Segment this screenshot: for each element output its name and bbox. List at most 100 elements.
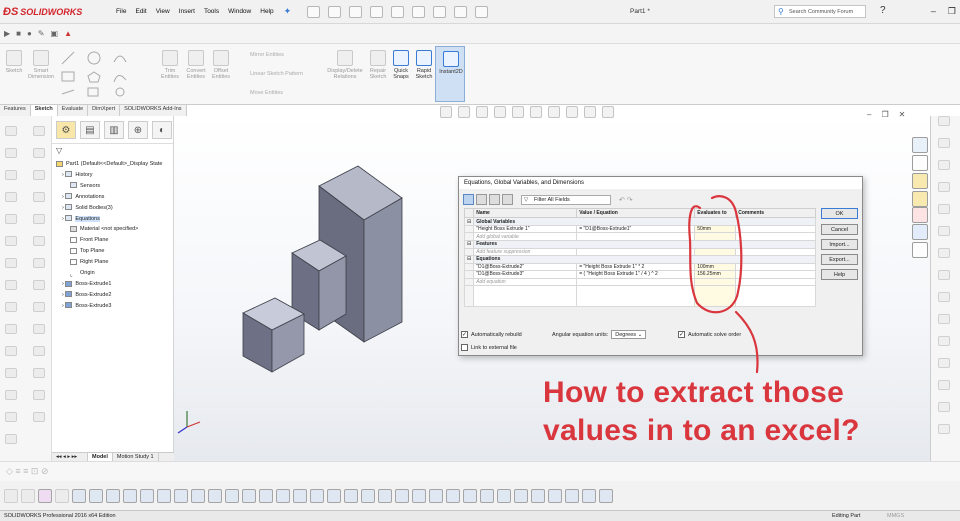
column-header-evaluates[interactable]: Evaluates to <box>694 207 737 219</box>
right-tool-icon[interactable] <box>938 358 950 368</box>
bottom-tool-icon[interactable] <box>310 488 324 503</box>
tab-scroll-arrows[interactable]: ◂◂ ◂ ▸ ▸▸ <box>52 453 88 461</box>
right-tool-icon[interactable] <box>938 314 950 324</box>
global-var-name[interactable]: "Height Boss Extrude 1" <box>473 224 578 234</box>
smart-dimension-button[interactable]: Smart Dimension <box>26 50 56 80</box>
restore-doc-icon[interactable]: ❐ <box>881 110 888 119</box>
section-equations[interactable]: Equations <box>473 255 816 264</box>
rebuild-icon[interactable] <box>433 5 447 18</box>
section-view-icon[interactable] <box>494 106 506 118</box>
left-tool-icon[interactable] <box>33 258 45 268</box>
left-tool-icon[interactable] <box>5 434 17 444</box>
bottom-tool-icon[interactable] <box>4 488 18 503</box>
left-tool-icon[interactable] <box>33 170 45 180</box>
edit-appearance-icon[interactable] <box>566 106 578 118</box>
bottom-tool-icon[interactable] <box>463 488 477 503</box>
select-icon[interactable] <box>412 5 426 18</box>
left-tool-icon[interactable] <box>5 258 17 268</box>
bottom-tool-icon[interactable] <box>412 488 426 503</box>
tab-dimxpert[interactable]: DimXpert <box>88 105 121 116</box>
left-tool-icon[interactable] <box>5 148 17 158</box>
auto-rebuild-checkbox[interactable]: ✓ Automatically rebuild <box>461 331 522 338</box>
add-feature-suppression[interactable]: Add feature suppression <box>473 247 578 257</box>
bottom-tool-icon[interactable] <box>599 488 613 503</box>
display-style-icon[interactable] <box>530 106 542 118</box>
search-input[interactable]: Search Community Forum <box>774 5 866 18</box>
sketch-equation-view-icon[interactable] <box>476 194 487 205</box>
bottom-tool-icon[interactable] <box>55 488 69 503</box>
bottom-tool-icon[interactable] <box>89 488 103 503</box>
right-tool-icon[interactable] <box>938 138 950 148</box>
sketch-button[interactable]: Sketch <box>2 50 26 74</box>
bottom-tool-icon[interactable] <box>123 488 137 503</box>
mirror-entities-button[interactable]: Mirror Entities <box>250 52 284 58</box>
table-row[interactable]: "Height Boss Extrude 1" = "D1@Boss-Extru… <box>463 224 816 234</box>
left-tool-icon[interactable] <box>33 126 45 136</box>
tab-addins[interactable]: SOLIDWORKS Add-Ins <box>120 105 187 116</box>
left-tool-icon[interactable] <box>33 368 45 378</box>
left-tool-icon[interactable] <box>33 324 45 334</box>
global-var-value[interactable]: = "D1@Boss-Extrude1" <box>576 224 696 234</box>
undo-redo-icon[interactable]: ↶ ↷ <box>619 196 633 204</box>
tab-motion-study[interactable]: Motion Study 1 <box>113 453 159 461</box>
restore-icon[interactable]: ❐ <box>948 6 956 17</box>
bottom-tool-icon[interactable] <box>208 488 222 503</box>
menu-file[interactable]: File <box>116 8 126 15</box>
home-icon[interactable] <box>912 137 928 153</box>
column-header-value[interactable]: Value / Equation <box>576 207 696 219</box>
bottom-tool-icon[interactable] <box>21 488 35 503</box>
solidworks-logo[interactable]: ƉS SOLIDWORKS <box>3 4 98 20</box>
undo-icon[interactable] <box>391 5 405 18</box>
instant2d-button[interactable]: Instant2D <box>435 46 465 102</box>
new-macro-icon[interactable]: ▣ <box>51 29 59 38</box>
eq1-value[interactable]: = "Height Boss Extrude 1" * 2 <box>576 262 696 272</box>
feature-manager-tree-icon[interactable]: ⚙ <box>56 120 76 139</box>
table-row[interactable]: Add global variable <box>463 232 816 241</box>
minimize-icon[interactable]: – <box>931 6 936 17</box>
left-tool-icon[interactable] <box>5 280 17 290</box>
ok-button[interactable]: OK <box>821 208 858 219</box>
equation-view-icon[interactable] <box>463 194 474 205</box>
zoom-to-area-icon[interactable] <box>458 106 470 118</box>
tree-item-annotations[interactable]: › Annotations <box>56 192 173 203</box>
left-tool-icon[interactable] <box>5 368 17 378</box>
left-tool-icon[interactable] <box>5 412 17 422</box>
add-equation[interactable]: Add equation <box>473 277 578 287</box>
options-gear-icon[interactable] <box>475 5 489 18</box>
cancel-button[interactable]: Cancel <box>821 224 858 235</box>
tree-item-boss-extrude2[interactable]: › Boss-Extrude2 <box>56 290 173 301</box>
appearances-icon[interactable] <box>912 207 928 223</box>
left-tool-icon[interactable] <box>5 346 17 356</box>
configuration-manager-icon[interactable]: ▥ <box>104 120 124 139</box>
help-icon[interactable]: ? <box>880 5 886 16</box>
menu-tools[interactable]: Tools <box>204 8 219 15</box>
bottom-tool-icon[interactable] <box>242 488 256 503</box>
column-header-name[interactable]: Name <box>473 207 578 219</box>
tab-model[interactable]: Model <box>88 453 113 461</box>
import-button[interactable]: Import... <box>821 239 858 250</box>
open-icon[interactable] <box>328 5 342 18</box>
bottom-tool-icon[interactable] <box>157 488 171 503</box>
bottom-tool-icon[interactable] <box>344 488 358 503</box>
filter-icon[interactable]: ▽ <box>52 144 173 155</box>
link-external-checkbox[interactable]: Link to external file <box>461 344 517 351</box>
menu-insert[interactable]: Insert <box>179 8 195 15</box>
edit-macro-icon[interactable]: ✎ <box>38 29 45 38</box>
left-tool-icon[interactable] <box>33 280 45 290</box>
menu-help[interactable]: Help <box>260 8 273 15</box>
bottom-tool-icon[interactable] <box>174 488 188 503</box>
previous-view-icon[interactable] <box>476 106 488 118</box>
bottom-tool-icon[interactable] <box>327 488 341 503</box>
bottom-tool-icon[interactable] <box>582 488 596 503</box>
view-orientation-icon[interactable] <box>512 106 524 118</box>
menu-edit[interactable]: Edit <box>135 8 146 15</box>
right-tool-icon[interactable] <box>938 248 950 258</box>
bottom-tool-icon[interactable] <box>531 488 545 503</box>
right-tool-icon[interactable] <box>938 226 950 236</box>
bottom-tool-icon[interactable] <box>72 488 86 503</box>
status-units[interactable]: MMGS <box>887 511 904 521</box>
apply-scene-icon[interactable] <box>584 106 596 118</box>
bottom-tool-icon[interactable] <box>514 488 528 503</box>
file-explorer-icon[interactable] <box>912 191 928 207</box>
table-row[interactable]: Add feature suppression <box>463 247 816 257</box>
